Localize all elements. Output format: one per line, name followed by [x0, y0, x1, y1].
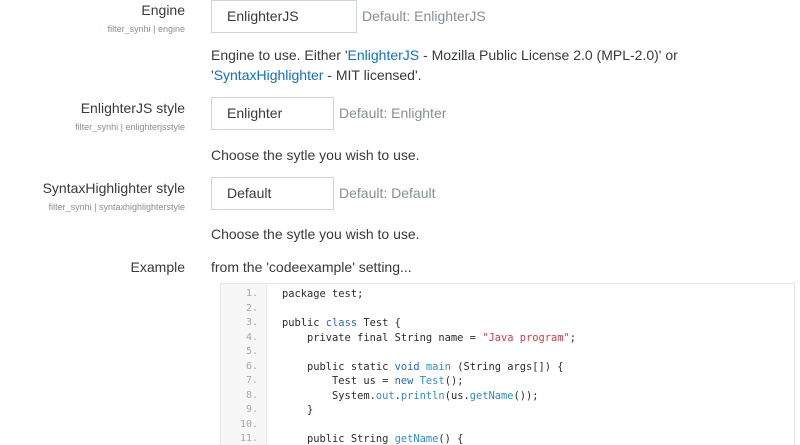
engine-label-block: Engine filter_synhi | engine	[108, 2, 185, 35]
syntaxhighlighter-link[interactable]: SyntaxHighlighter	[214, 67, 324, 83]
code-line: 3. public class Test {	[221, 316, 794, 331]
code-line: 2.	[221, 302, 794, 317]
line-number: 3.	[245, 317, 258, 328]
code-text: Test us = new Test();	[282, 375, 464, 387]
code-line: 9. }	[221, 403, 794, 418]
enlighter-style-select[interactable]: Enlighter	[211, 97, 334, 130]
code-text: public static void main (String args[]) …	[282, 360, 564, 373]
sh-style-label: SyntaxHighlighter style	[42, 180, 185, 196]
code-line: 6. public static void main (String args[…	[221, 360, 794, 375]
sh-style-select-value: Default	[227, 185, 272, 201]
line-number: 11.	[239, 433, 258, 444]
engine-select[interactable]: EnlighterJS	[211, 0, 357, 33]
code-text: private final String name = "Java progra…	[282, 331, 577, 344]
sh-style-description: Choose the sytle you wish to use.	[211, 226, 420, 242]
line-number: 4.	[245, 331, 258, 343]
engine-desc-text: Engine to use. Either '	[211, 47, 348, 63]
line-number: 9.	[245, 404, 258, 415]
engine-default: Default: EnlighterJS	[362, 8, 486, 24]
code-example-block: 1. package test; 2. 3. public class Test { 4.…	[220, 283, 795, 445]
code-line: 4. private final String name = "Java pro…	[221, 331, 794, 346]
line-number: 8.	[245, 389, 258, 401]
code-line: 5.	[221, 345, 794, 360]
engine-label: Engine	[141, 2, 185, 18]
code-line: 10.	[221, 418, 794, 433]
enlighter-style-description: Choose the sytle you wish to use.	[211, 147, 420, 163]
sh-style-label-block: SyntaxHighlighter style filter_synhi | s…	[43, 180, 185, 213]
line-number: 5.	[245, 346, 258, 357]
code-text: public class Test {	[282, 317, 401, 329]
enlighter-style-label-block: EnlighterJS style filter_synhi | enlight…	[75, 100, 185, 133]
enlighter-style-default: Default: Enlighter	[339, 105, 447, 121]
enlighter-style-label: EnlighterJS style	[80, 100, 185, 116]
code-line: 11. public String getName() {	[221, 432, 794, 445]
engine-desc-text-end: - MIT licensed'.	[323, 67, 422, 83]
code-text: public String getName() {	[282, 433, 464, 445]
code-text: }	[282, 404, 314, 416]
code-line: 8. System.out.println(us.getName());	[221, 389, 794, 404]
line-number: 1.	[245, 288, 258, 299]
example-label-block: Example	[131, 259, 185, 275]
enlighterjs-link[interactable]: EnlighterJS	[348, 47, 420, 63]
line-number: 7.	[245, 375, 258, 386]
enlighter-style-sublabel: filter_synhi | enlighterjsstyle	[75, 122, 185, 132]
sh-style-select[interactable]: Default	[211, 177, 334, 210]
code-text: package test;	[282, 288, 364, 300]
enlighter-style-select-value: Enlighter	[227, 105, 283, 121]
engine-description: Engine to use. Either 'EnlighterJS - Moz…	[211, 45, 791, 85]
example-intro: from the 'codeexample' setting...	[211, 259, 412, 275]
line-number: 2.	[245, 302, 258, 314]
line-number: 6.	[245, 360, 258, 372]
sh-style-default: Default: Default	[339, 185, 436, 201]
sh-style-sublabel: filter_synhi | syntaxhighlighterstyle	[48, 202, 185, 212]
code-text: System.out.println(us.getName());	[282, 389, 539, 402]
engine-select-value: EnlighterJS	[227, 8, 299, 24]
example-label: Example	[130, 259, 185, 275]
code-line: 7. Test us = new Test();	[221, 374, 794, 389]
code-line: 1. package test;	[221, 287, 794, 302]
engine-sublabel: filter_synhi | engine	[107, 24, 185, 34]
line-number: 10.	[239, 418, 258, 430]
